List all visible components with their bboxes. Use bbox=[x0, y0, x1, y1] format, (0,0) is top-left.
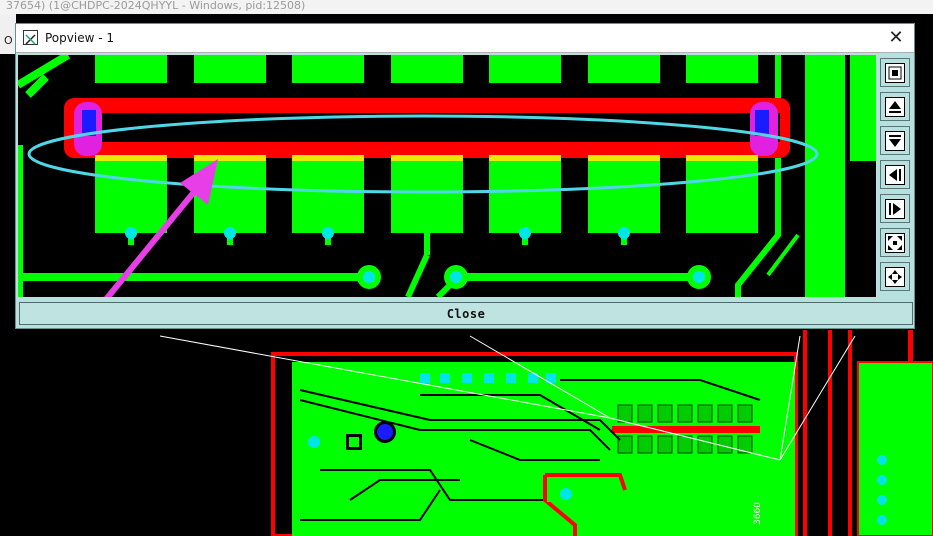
pan-up-button[interactable] bbox=[880, 92, 910, 121]
popview-toolbar bbox=[878, 55, 912, 297]
pan-down-icon bbox=[885, 130, 905, 151]
zoom-out-icon bbox=[885, 266, 905, 287]
pan-down-button[interactable] bbox=[880, 126, 910, 155]
zoom-in-icon bbox=[885, 232, 905, 253]
zoom-fit-button[interactable] bbox=[880, 58, 910, 87]
pan-right-icon bbox=[885, 198, 905, 219]
popview-canvas[interactable] bbox=[18, 55, 876, 297]
popview-window: Popview - 1 ✕ Close bbox=[15, 23, 915, 329]
board-silkscreen-text: 3660 bbox=[753, 502, 763, 525]
zoom-out-button[interactable] bbox=[880, 262, 910, 291]
pan-right-button[interactable] bbox=[880, 194, 910, 223]
close-icon[interactable]: ✕ bbox=[884, 26, 908, 50]
close-button[interactable]: Close bbox=[19, 302, 913, 325]
pan-left-icon bbox=[885, 164, 905, 185]
pan-left-button[interactable] bbox=[880, 160, 910, 189]
popview-app-icon bbox=[23, 30, 38, 45]
popview-title-bar: Popview - 1 ✕ bbox=[16, 24, 914, 53]
zoom-fit-icon bbox=[885, 62, 905, 83]
zoom-in-button[interactable] bbox=[880, 228, 910, 257]
popview-title: Popview - 1 bbox=[45, 31, 114, 45]
pan-up-icon bbox=[885, 96, 905, 117]
